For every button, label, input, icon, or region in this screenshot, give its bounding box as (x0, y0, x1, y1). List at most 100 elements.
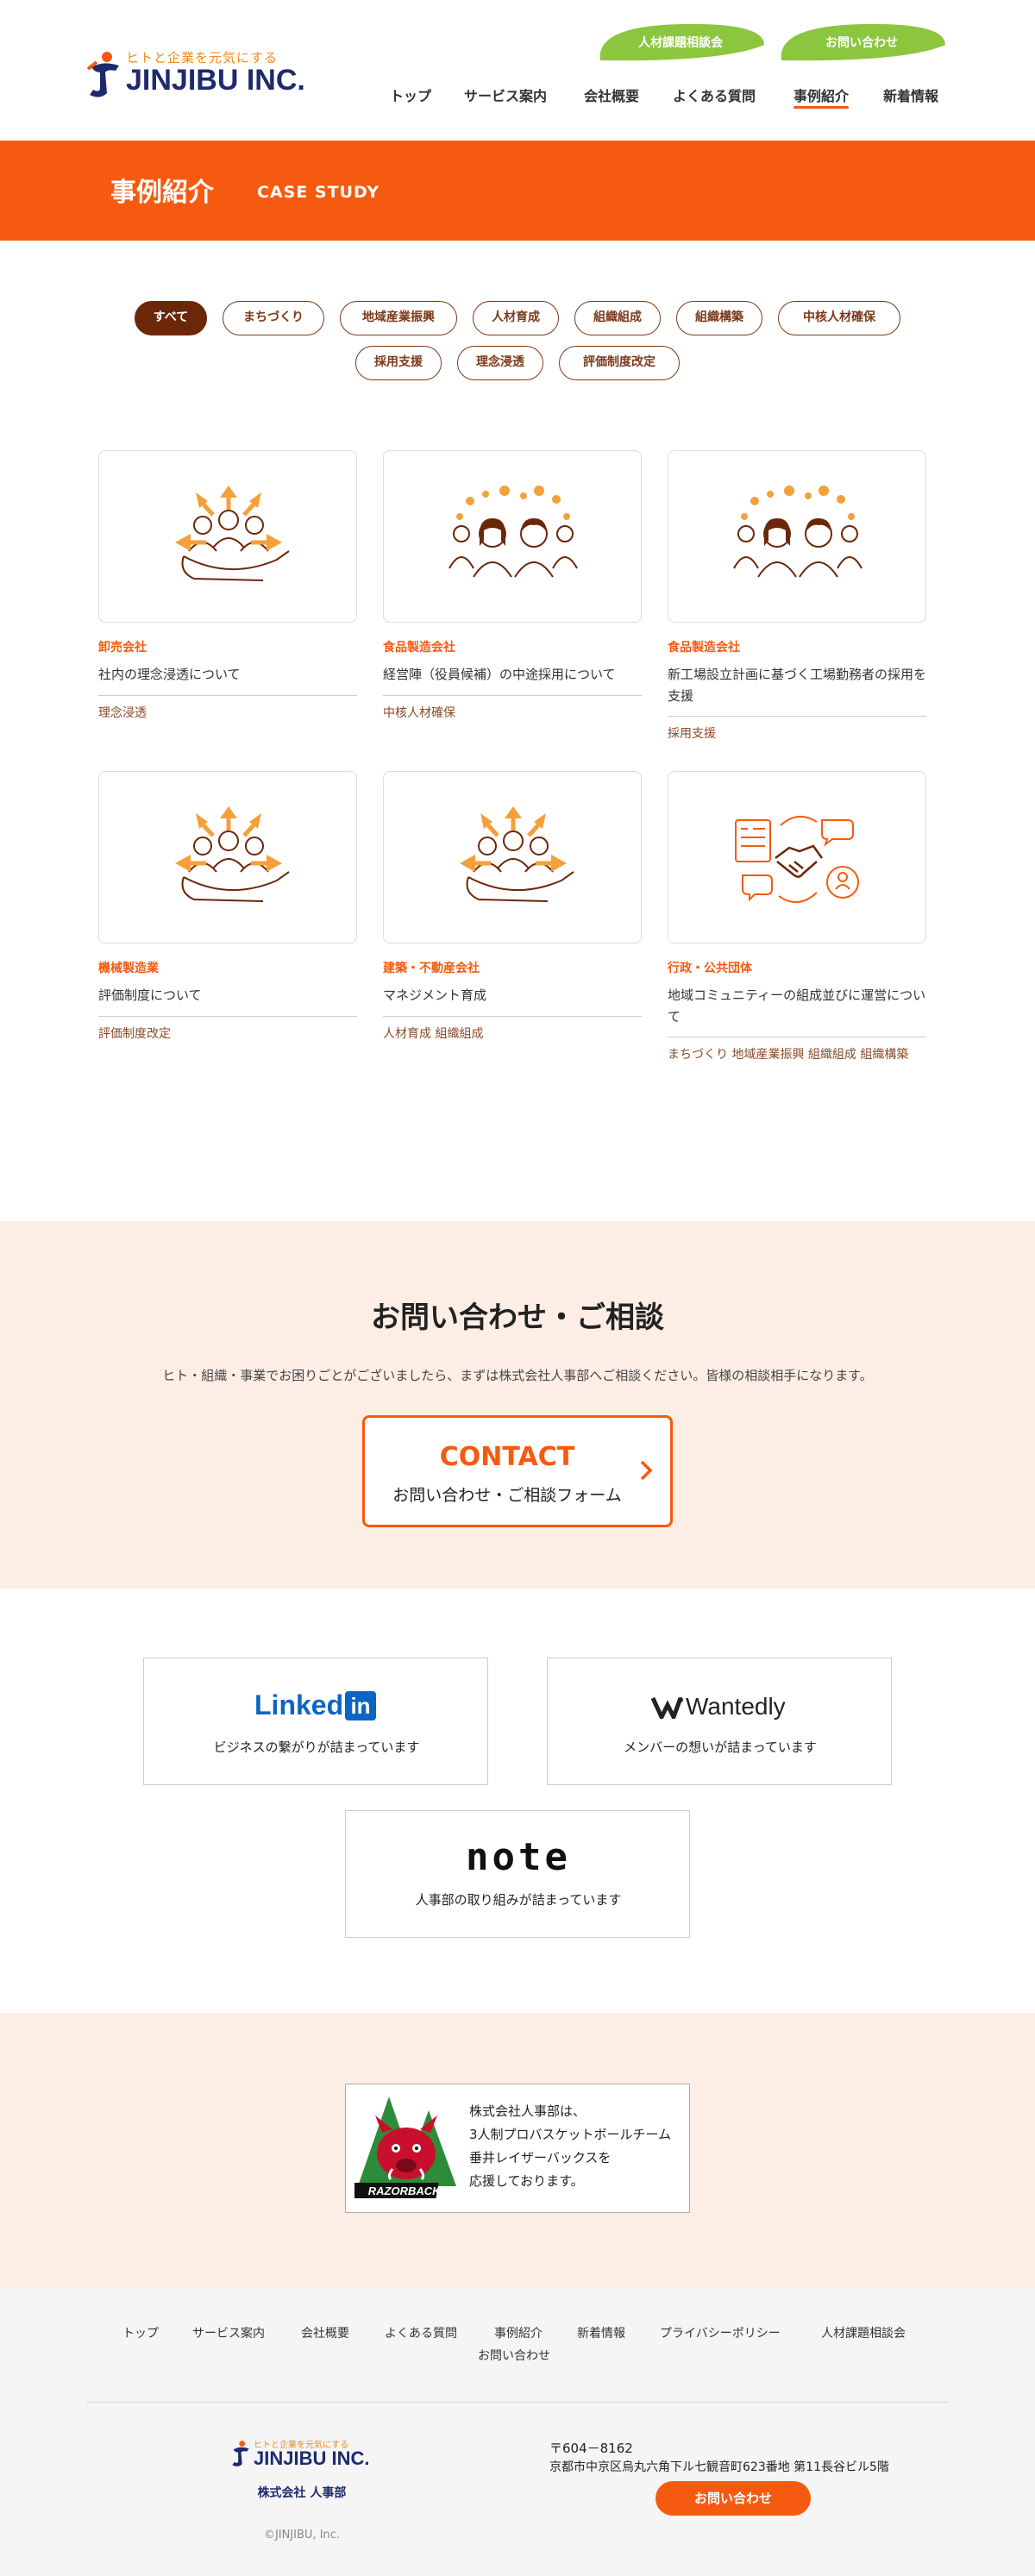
page-hero: 事例紹介 CASE STUDY (0, 141, 1035, 241)
divider (383, 695, 642, 696)
filter-recruiting[interactable]: 採用支援 (355, 346, 442, 380)
divider (383, 1016, 642, 1017)
case-tags: まちづくり 地域産業振興 組織組成 組織構築 (668, 1044, 926, 1067)
footer-logo-name: JINJIBU INC. (254, 2448, 370, 2469)
wantedly-logo: Wantedly (548, 1689, 893, 1724)
two-people-icon (448, 486, 578, 578)
consultation-button[interactable]: 人材課題相談会 (595, 22, 766, 62)
logo-name: JINJIBU INC. (126, 64, 305, 97)
footer-nav-company[interactable]: 会社概要 (301, 2324, 349, 2341)
divider (98, 1016, 357, 1017)
filter-org-formation[interactable]: 組織組成 (574, 301, 661, 335)
case-card-image (98, 450, 357, 623)
filter-hr-development[interactable]: 人材育成 (473, 301, 559, 335)
logo-figure-icon (232, 2441, 249, 2466)
case-tag[interactable]: 評価制度改定 (98, 1027, 171, 1041)
case-tag[interactable]: 採用支援 (668, 727, 716, 741)
case-tags: 採用支援 (668, 723, 926, 746)
filter-org-building[interactable]: 組織構築 (676, 301, 762, 335)
case-category: 卸売会社 (98, 641, 147, 655)
sponsor-line: 3人制プロバスケットボールチーム (469, 2127, 672, 2142)
footer-address: 京都市中京区烏丸六角下ル七観音町623番地 第11長谷ビル5階 (549, 2460, 889, 2474)
handshake-icon (735, 816, 859, 903)
case-card-image (98, 771, 357, 943)
linkedin-card[interactable]: Linked in ビジネスの繋がりが詰まっています (143, 1658, 488, 1785)
nav-faq[interactable]: よくある質問 (673, 85, 756, 105)
site-header: ヒトと企業を元気にする JINJIBU INC. 人材課題相談会 お問い合わせ … (0, 0, 1035, 141)
hand-people-icon (175, 486, 290, 581)
footer-divider (86, 2402, 949, 2403)
wantedly-text: メンバーの想いが詰まっています (624, 1739, 817, 1755)
footer-nav-case-study[interactable]: 事例紹介 (494, 2324, 543, 2341)
note-card[interactable]: note 人事部の取り組みが詰まっています (345, 1810, 690, 1938)
hand-people-icon (460, 806, 574, 902)
case-title: マネジメント育成 (383, 987, 487, 1003)
logo-figure-icon (86, 52, 119, 97)
case-title: 新工場設立計画に基づく工場勤務者の採用を支援 (668, 667, 927, 704)
case-category: 食品製造会社 (668, 641, 740, 655)
note-text: 人事部の取り組みが詰まっています (415, 1892, 622, 1908)
case-title: 経営陣（役員候補）の中途採用について (383, 667, 616, 682)
sponsor-banner[interactable]: RAZORBACKS 株式会社人事部は、 3人制プロバスケットボールチーム 垂井… (345, 2084, 690, 2213)
footer-nav-top[interactable]: トップ (122, 2324, 159, 2341)
wantedly-w-icon (651, 1696, 683, 1719)
case-tag[interactable]: 中核人材確保 (383, 706, 455, 720)
site-logo[interactable]: ヒトと企業を元気にする JINJIBU INC. (85, 45, 309, 102)
sponsor-line: 垂井レイザーバックスを (469, 2150, 612, 2165)
razorbacks-logo: RAZORBACKS (354, 2097, 456, 2198)
case-tag[interactable]: 組織組成 (808, 1048, 856, 1062)
note-wordmark: note (466, 1835, 571, 1879)
case-tag[interactable]: 地域産業振興 (731, 1048, 804, 1062)
page-title: 事例紹介 (110, 178, 214, 208)
consultation-button-label: 人材課題相談会 (638, 36, 723, 50)
case-card-image (383, 450, 642, 623)
sponsor-text: 株式会社人事部は、 3人制プロバスケットボールチーム 垂井レイザーバックスを 応… (469, 2100, 671, 2193)
filter-all[interactable]: すべて (135, 301, 207, 335)
nav-top[interactable]: トップ (390, 85, 431, 105)
nav-services[interactable]: サービス案内 (464, 85, 547, 105)
case-tag[interactable]: 人材育成 (383, 1027, 431, 1041)
filter-philosophy[interactable]: 理念浸透 (457, 346, 543, 380)
case-tag[interactable]: 組織構築 (860, 1048, 908, 1062)
header-contact-button[interactable]: お問い合わせ (776, 22, 947, 62)
copyright: ©JINJIBU, Inc. (263, 2529, 341, 2542)
sponsor-section: RAZORBACKS 株式会社人事部は、 3人制プロバスケットボールチーム 垂井… (0, 2013, 1035, 2287)
case-category: 機械製造業 (98, 962, 159, 975)
footer-nav-contact[interactable]: お問い合わせ (478, 2347, 550, 2364)
header-contact-button-label: お問い合わせ (825, 36, 898, 50)
footer-nav-consultation[interactable]: 人材課題相談会 (821, 2324, 906, 2341)
wantedly-card[interactable]: Wantedly メンバーの想いが詰まっています (547, 1658, 892, 1785)
filter-machizukuri[interactable]: まちづくり (223, 301, 324, 335)
case-title: 評価制度について (98, 987, 202, 1003)
case-tags: 評価制度改定 (98, 1023, 357, 1046)
case-tags: 人材育成 組織組成 (383, 1023, 642, 1046)
filter-regional-industry[interactable]: 地域産業振興 (340, 301, 457, 335)
case-tag[interactable]: 理念浸透 (98, 706, 147, 720)
case-tag[interactable]: 組織組成 (435, 1027, 483, 1041)
case-tag[interactable]: まちづくり (668, 1048, 728, 1062)
contact-section: お問い合わせ・ご相談 ヒト・組織・事業でお困りごとがございましたら、まずは株式会… (0, 1221, 1035, 1589)
footer-nav-faq[interactable]: よくある質問 (385, 2324, 457, 2341)
two-people-icon (733, 486, 862, 578)
case-title: 社内の理念浸透について (98, 667, 241, 682)
contact-text: ヒト・組織・事業でお困りごとがございましたら、まずは株式会社人事部へご相談くださ… (162, 1368, 873, 1383)
footer-nav-news[interactable]: 新着情報 (577, 2324, 625, 2341)
divider (98, 695, 357, 696)
contact-button-title: CONTACT (439, 1442, 575, 1472)
footer-nav-services[interactable]: サービス案内 (192, 2324, 265, 2341)
contact-form-button[interactable]: CONTACT お問い合わせ・ご相談フォーム (362, 1415, 673, 1527)
case-tags: 理念浸透 (98, 702, 357, 725)
footer-contact-button[interactable]: お問い合わせ (656, 2481, 811, 2516)
case-card-image (668, 450, 926, 623)
filter-core-talent[interactable]: 中核人材確保 (778, 301, 900, 335)
footer-nav-privacy[interactable]: プライバシーポリシー (660, 2324, 781, 2341)
nav-case-study[interactable]: 事例紹介 (794, 85, 850, 109)
filter-evaluation[interactable]: 評価制度改定 (559, 346, 680, 380)
contact-heading: お問い合わせ・ご相談 (371, 1301, 664, 1335)
page-subtitle: CASE STUDY (257, 183, 380, 202)
footer-logo[interactable]: ヒトと企業を元気にする JINJIBU INC. (229, 2437, 385, 2475)
linkedin-text: ビジネスの繋がりが詰まっています (213, 1739, 420, 1755)
case-card-image (668, 771, 926, 943)
nav-news[interactable]: 新着情報 (883, 85, 938, 105)
nav-company[interactable]: 会社概要 (584, 85, 639, 105)
